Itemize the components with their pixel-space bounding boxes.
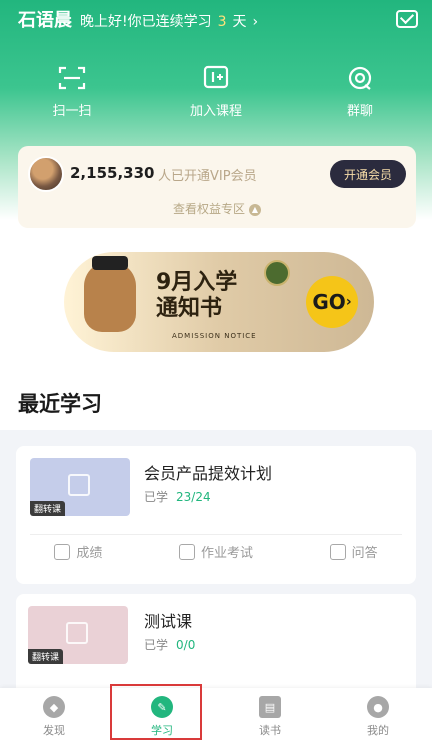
course-progress: 已学 0/0 (144, 636, 195, 653)
scan-icon (17, 62, 127, 94)
grades-button[interactable]: 成绩 (54, 542, 102, 561)
greeting-text: 晚上好!你已连续学习 (80, 14, 212, 30)
open-vip-button[interactable]: 开通会员 (330, 160, 406, 188)
vip-count-text: 人已开通VIP会员 (158, 169, 257, 184)
course-title: 会员产品提效计划 (144, 464, 273, 483)
progress-label: 已学 (144, 638, 169, 652)
highlight-box (110, 684, 202, 740)
qa-label: 问答 (351, 546, 378, 561)
qa-icon (329, 543, 346, 560)
tab-books[interactable]: ▤ 读书 (230, 688, 310, 743)
greeting-bar[interactable]: 石语晨 晚上好!你已连续学习 3 天 › (18, 6, 258, 32)
homework-icon (178, 543, 195, 560)
course-progress: 已学 23/24 (144, 488, 211, 505)
divider (30, 534, 402, 535)
chevron-up-icon: ▲ (249, 203, 261, 216)
group-chat-icon (305, 62, 415, 94)
add-course-button[interactable]: 加入课程 (161, 62, 271, 119)
book-icon (66, 622, 88, 644)
bottom-tab-bar: ◆ 发现 ✎ 学习 ▤ 读书 ● 我的 (0, 688, 432, 743)
seal-icon (264, 260, 290, 286)
homework-label: 作业考试 (200, 546, 253, 561)
profile-icon: ● (367, 696, 389, 718)
progress-value: 0/0 (176, 638, 196, 652)
group-chat-button[interactable]: 群聊 (305, 62, 415, 119)
book-icon: ▤ (259, 696, 281, 718)
tab-profile[interactable]: ● 我的 (338, 688, 418, 743)
streak-days: 3 (217, 14, 227, 30)
progress-value: 23/24 (176, 490, 211, 504)
banner-title-line1: 9月入学 (156, 270, 238, 295)
banner-title-line2: 通知书 (156, 296, 223, 321)
go-button[interactable]: GO › (306, 276, 358, 328)
bear-mascot-icon (84, 256, 136, 332)
homework-exam-button[interactable]: 作业考试 (178, 542, 253, 561)
book-icon (68, 474, 90, 496)
days-suffix: 天 (232, 14, 247, 30)
course-tag: 翻转课 (28, 649, 64, 664)
add-course-icon (161, 62, 271, 94)
chevron-right-icon: › (252, 14, 259, 30)
course-actions: 成绩 作业考试 问答 (16, 542, 416, 561)
course-tag: 翻转课 (30, 501, 66, 516)
scan-label: 扫一扫 (52, 104, 92, 119)
qa-button[interactable]: 问答 (329, 542, 378, 561)
user-name: 石语晨 (18, 10, 72, 31)
benefits-link[interactable]: 查看权益专区 ▲ (18, 200, 416, 217)
vip-member-count: 2,155,330 (70, 164, 155, 182)
tab-discover[interactable]: ◆ 发现 (14, 688, 94, 743)
discover-icon: ◆ (43, 696, 65, 718)
grades-icon (54, 543, 71, 560)
benefits-label: 查看权益专区 (172, 202, 245, 216)
tab-label: 我的 (367, 724, 389, 737)
tab-label: 读书 (259, 724, 281, 737)
group-chat-label: 群聊 (346, 104, 373, 119)
progress-label: 已学 (144, 490, 169, 504)
course-thumbnail: 翻转课 (30, 458, 130, 516)
grades-label: 成绩 (76, 546, 103, 561)
admission-banner[interactable]: 9月入学 通知书 ADMISSION NOTICE GO › (64, 252, 374, 352)
chevron-right-icon: › (345, 294, 352, 310)
course-title: 测试课 (144, 612, 193, 631)
course-card[interactable]: 翻转课 会员产品提效计划 已学 23/24 成绩 作业考试 问答 (16, 446, 416, 584)
quick-actions: 扫一扫 加入课程 群聊 (0, 62, 432, 119)
add-course-label: 加入课程 (189, 104, 242, 119)
banner-title: 9月入学 通知书 (156, 270, 237, 322)
tab-label: 发现 (43, 724, 65, 737)
section-title: 最近学习 (18, 392, 102, 416)
vip-card: 2,155,330 人已开通VIP会员 开通会员 查看权益专区 ▲ (18, 146, 416, 228)
banner-subtitle: ADMISSION NOTICE (172, 332, 257, 340)
go-label: GO (312, 290, 346, 314)
avatar (28, 156, 64, 192)
course-thumbnail: 翻转课 (28, 606, 128, 664)
mail-icon[interactable] (396, 10, 418, 28)
scan-button[interactable]: 扫一扫 (17, 62, 127, 119)
